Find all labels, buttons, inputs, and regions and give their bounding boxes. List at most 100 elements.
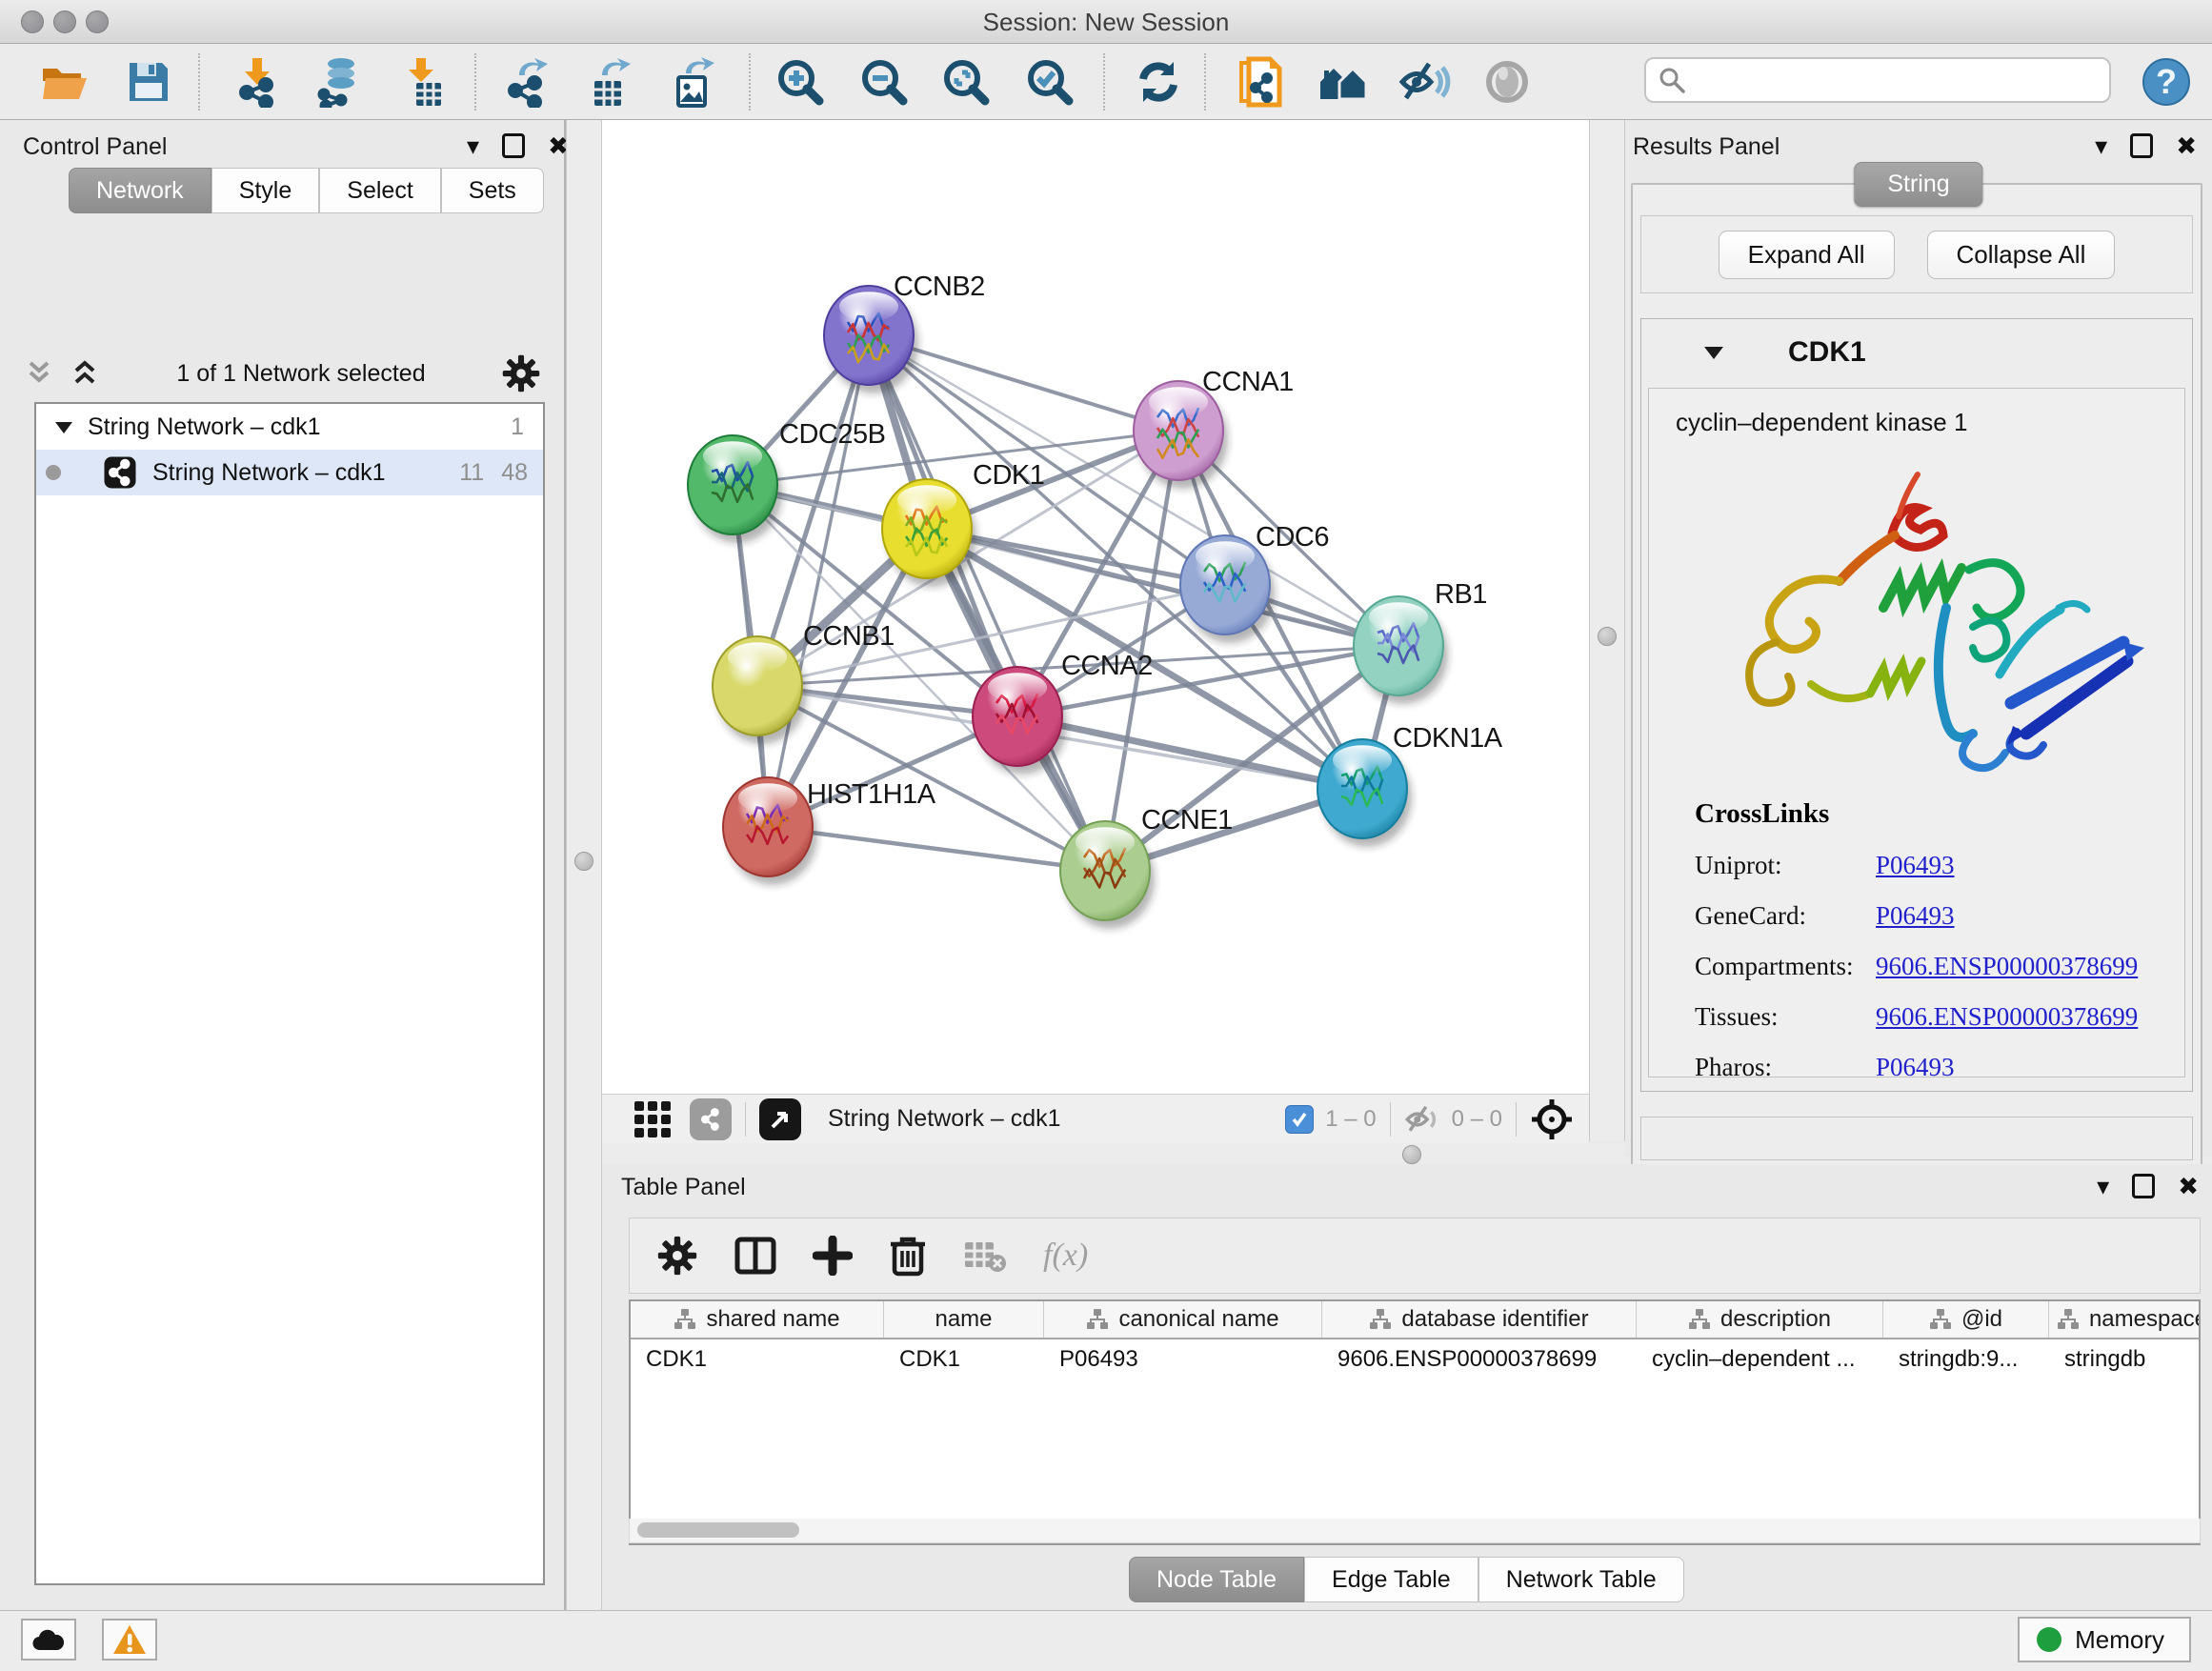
node-ccna2[interactable] [973,667,1067,775]
edge-hist1h1a-ccne1[interactable] [768,827,1105,871]
scrollbar-thumb[interactable] [637,1522,799,1538]
table-cell[interactable]: cyclin–dependent ... [1637,1339,1883,1379]
column-header-shared-name[interactable]: shared name [631,1301,884,1338]
edge-ccna2-cdkn1a[interactable] [1017,716,1362,789]
panel-menu-icon[interactable]: ▾ [2095,133,2107,158]
zoom-out-button[interactable] [855,55,913,109]
crosslink-link[interactable]: P06493 [1876,1053,1955,1077]
open-session-url-button[interactable] [1233,55,1290,109]
refresh-button[interactable] [1130,55,1187,109]
table-cell[interactable]: CDK1 [631,1339,884,1379]
results-collapsed-section[interactable] [1640,1117,2193,1160]
table-cell[interactable]: stringdb:9... [1883,1339,2049,1379]
tab-sets[interactable]: Sets [441,168,544,213]
hide-graphics-details-button[interactable] [1397,55,1454,109]
add-icon[interactable] [813,1236,853,1276]
table-cell[interactable]: P06493 [1044,1339,1322,1379]
right-splitter[interactable] [1589,120,1625,1141]
table-cell[interactable]: CDK1 [884,1339,1044,1379]
tab-style[interactable]: Style [211,168,320,213]
zoom-fit-button[interactable] [937,55,995,109]
render-detail-button[interactable] [1478,55,1536,109]
export-image-button[interactable] [665,55,722,109]
panel-float-icon[interactable] [2130,133,2153,158]
left-splitter-handle[interactable] [574,852,593,871]
node-cdk1[interactable] [882,479,976,587]
delete-trash-icon[interactable] [889,1235,927,1277]
results-section-header[interactable]: CDK1 [1641,319,2192,386]
node-hist1h1a[interactable] [723,777,817,885]
zoom-selected-button[interactable] [1021,55,1078,109]
table-horizontal-scrollbar[interactable] [629,1519,2201,1543]
collapse-all-button[interactable]: Collapse All [1927,231,2116,279]
panel-close-icon[interactable]: ✖ [2178,1174,2199,1198]
selected-count-checkbox[interactable] [1285,1105,1314,1134]
network-canvas[interactable]: CCNB2CCNA1CDC25BCDK1CDC6RB1CCNB1CCNA2CDK… [602,120,1589,1094]
expand-all-icon[interactable] [69,359,101,388]
column-header--id[interactable]: @id [1883,1301,2049,1338]
column-header-description[interactable]: description [1637,1301,1883,1338]
network-collection-row[interactable]: String Network – cdk1 1 [36,404,543,450]
node-rb1[interactable] [1354,596,1448,704]
tab-node-table[interactable]: Node Table [1129,1557,1304,1602]
panel-close-icon[interactable]: ✖ [2176,133,2197,158]
crosslink-link[interactable]: 9606.ENSP00000378699 [1876,952,2138,981]
search-input[interactable] [1686,61,2109,99]
crosslink-link[interactable]: 9606.ENSP00000378699 [1876,1002,2138,1032]
birds-eye-view-button[interactable] [759,1098,801,1140]
grid-view-icon[interactable] [631,1097,674,1141]
crosslink-link[interactable]: P06493 [1876,851,1955,880]
node-ccne1[interactable] [1060,821,1155,929]
zoom-in-icon [775,57,825,107]
node-cdc25b[interactable] [688,435,782,543]
import-table-file-button[interactable] [394,55,452,109]
fit-selected-crosshair-icon[interactable] [1530,1097,1574,1141]
warnings-button[interactable] [102,1619,157,1661]
table-options-gear-icon[interactable] [656,1235,698,1277]
column-header-name[interactable]: name [884,1301,1044,1338]
export-network-button[interactable] [499,55,556,109]
current-network-name: String Network – cdk1 [828,1105,1061,1133]
table-cell[interactable]: stringdb [2049,1339,2201,1379]
panel-float-icon[interactable] [2132,1174,2155,1198]
network-row[interactable]: String Network – cdk1 11 48 [36,450,543,495]
left-splitter[interactable] [566,120,602,1610]
statusbar-separator [1390,1102,1391,1137]
tab-edge-table[interactable]: Edge Table [1304,1557,1478,1602]
import-network-file-button[interactable] [229,55,286,109]
table-cell[interactable]: 9606.ENSP00000378699 [1322,1339,1637,1379]
node-cdkn1a[interactable] [1317,739,1412,847]
tab-network-table[interactable]: Network Table [1478,1557,1684,1602]
crosslink-row: GeneCard:P06493 [1695,901,2165,931]
open-session-button[interactable] [36,55,93,109]
home-panel-button[interactable] [1315,55,1372,109]
column-attribute-icon [1086,1308,1109,1331]
network-options-gear-icon[interactable] [501,353,541,393]
tab-select[interactable]: Select [319,168,440,213]
panel-float-icon[interactable] [502,133,525,158]
save-session-button[interactable] [120,55,177,109]
help-button[interactable]: ? [2138,55,2195,109]
column-header-namespace[interactable]: namespace [2049,1301,2201,1338]
crosslink-link[interactable]: P06493 [1876,901,1955,931]
tree-expand-icon[interactable] [53,418,74,435]
table-row[interactable]: CDK1CDK1P064939606.ENSP00000378699cyclin… [631,1339,2199,1379]
right-splitter-handle[interactable] [1598,627,1617,646]
column-header-database-identifier[interactable]: database identifier [1322,1301,1637,1338]
panel-menu-icon[interactable]: ▾ [2097,1174,2109,1198]
zoom-in-button[interactable] [772,55,829,109]
cloud-status-button[interactable] [21,1619,76,1661]
tab-network[interactable]: Network [69,168,211,213]
memory-button[interactable]: Memory [2018,1617,2191,1662]
show-columns-icon[interactable] [734,1237,776,1275]
section-collapse-icon[interactable] [1702,343,1725,362]
collapse-all-icon[interactable] [23,359,55,388]
expand-all-button[interactable]: Expand All [1719,231,1895,279]
export-table-button[interactable] [581,55,638,109]
horizontal-splitter-handle[interactable] [1402,1145,1421,1164]
results-tab-string[interactable]: String [1854,162,1982,207]
string-view-icon[interactable] [690,1098,732,1140]
import-network-database-button[interactable] [311,55,368,109]
column-header-canonical-name[interactable]: canonical name [1044,1301,1322,1338]
panel-menu-icon[interactable]: ▾ [467,133,479,158]
